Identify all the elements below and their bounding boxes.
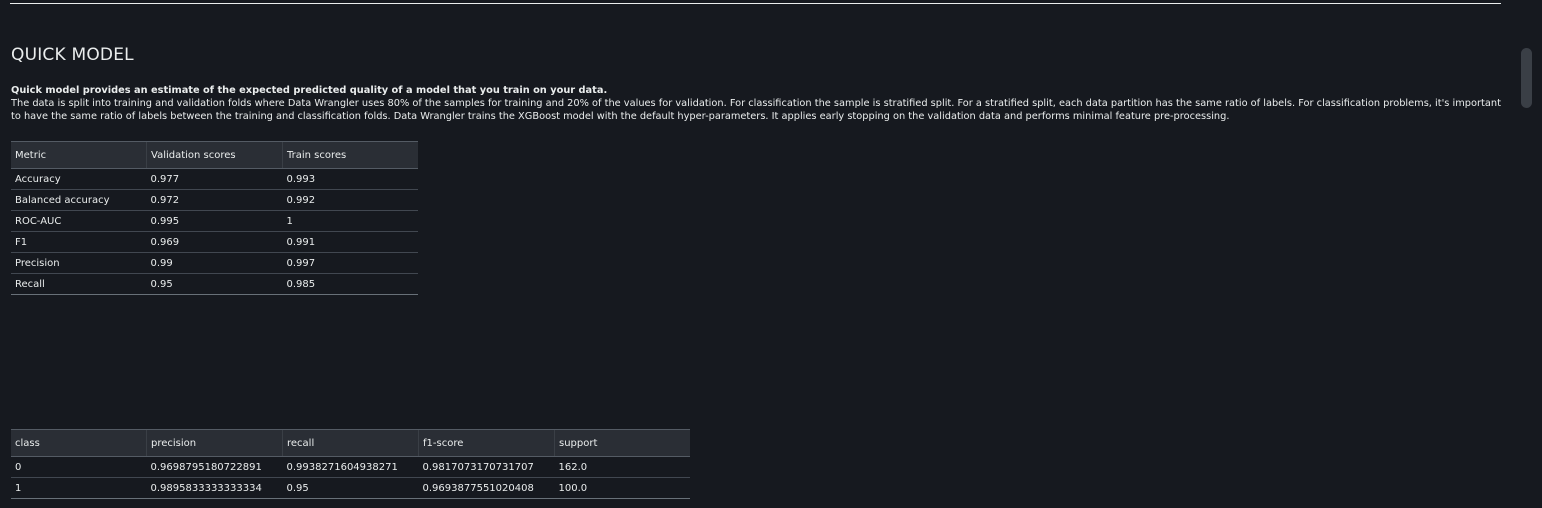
validation-score-cell: 0.972: [146, 189, 283, 211]
recall-cell: 0.9938271604938271: [282, 456, 419, 478]
description-lead: Quick model provides an estimate of the …: [11, 85, 608, 96]
recall-cell: 0.95: [282, 477, 419, 499]
metric-name-cell: Recall: [11, 273, 147, 295]
column-header-f1-score: f1-score: [418, 429, 555, 457]
train-score-cell: 0.992: [282, 189, 418, 211]
metric-name-cell: ROC-AUC: [11, 210, 147, 232]
column-header-metric: Metric: [11, 141, 147, 169]
section-divider: [10, 3, 1501, 4]
metrics-table: Metric Validation scores Train scores Ac…: [11, 141, 418, 295]
support-cell: 162.0: [554, 456, 690, 478]
metric-name-cell: Accuracy: [11, 168, 147, 190]
column-header-class: class: [11, 429, 147, 457]
table-row: Recall 0.95 0.985: [11, 273, 418, 295]
table-row: ROC-AUC 0.995 1: [11, 210, 418, 232]
train-score-cell: 0.993: [282, 168, 418, 190]
class-header-row: class precision recall f1-score support: [11, 429, 690, 457]
table-row: Precision 0.99 0.997: [11, 252, 418, 274]
validation-score-cell: 0.977: [146, 168, 283, 190]
precision-cell: 0.9698795180722891: [146, 456, 283, 478]
description-body: The data is split into training and vali…: [11, 98, 1501, 122]
f1-score-cell: 0.9817073170731707: [418, 456, 555, 478]
column-header-validation-scores: Validation scores: [146, 141, 283, 169]
table-row: F1 0.969 0.991: [11, 231, 418, 253]
train-score-cell: 0.997: [282, 252, 418, 274]
classification-report-table: class precision recall f1-score support …: [11, 429, 690, 499]
table-row: 1 0.9895833333333334 0.95 0.969387755102…: [11, 477, 690, 499]
table-row: Balanced accuracy 0.972 0.992: [11, 189, 418, 211]
table-row: Accuracy 0.977 0.993: [11, 168, 418, 190]
support-cell: 100.0: [554, 477, 690, 499]
quick-model-page: QUICK MODEL Quick model provides an esti…: [0, 0, 1542, 508]
train-score-cell: 0.991: [282, 231, 418, 253]
section-description: Quick model provides an estimate of the …: [11, 84, 1506, 123]
scrollbar-thumb[interactable]: [1521, 48, 1532, 108]
column-header-recall: recall: [282, 429, 419, 457]
validation-score-cell: 0.95: [146, 273, 283, 295]
table-row: 0 0.9698795180722891 0.9938271604938271 …: [11, 456, 690, 478]
section-title: QUICK MODEL: [11, 45, 134, 65]
metric-name-cell: Precision: [11, 252, 147, 274]
column-header-precision: precision: [146, 429, 283, 457]
f1-score-cell: 0.9693877551020408: [418, 477, 555, 499]
metric-name-cell: F1: [11, 231, 147, 253]
validation-score-cell: 0.969: [146, 231, 283, 253]
column-header-support: support: [554, 429, 690, 457]
validation-score-cell: 0.995: [146, 210, 283, 232]
precision-cell: 0.9895833333333334: [146, 477, 283, 499]
metric-name-cell: Balanced accuracy: [11, 189, 147, 211]
validation-score-cell: 0.99: [146, 252, 283, 274]
class-cell: 1: [11, 477, 147, 499]
train-score-cell: 1: [282, 210, 418, 232]
column-header-train-scores: Train scores: [282, 141, 418, 169]
class-cell: 0: [11, 456, 147, 478]
train-score-cell: 0.985: [282, 273, 418, 295]
metrics-header-row: Metric Validation scores Train scores: [11, 141, 418, 169]
